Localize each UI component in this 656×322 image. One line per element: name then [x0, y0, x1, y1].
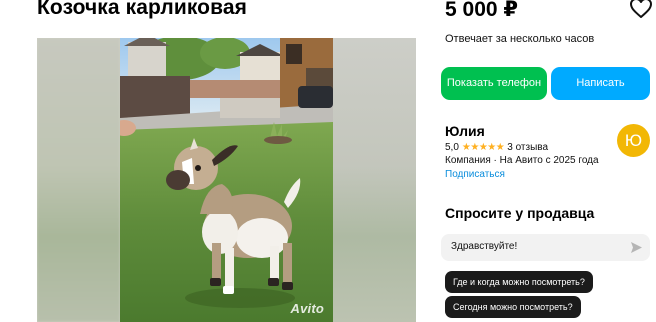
quick-question-chip[interactable]: Сегодня можно посмотреть?	[445, 296, 581, 318]
main-photo[interactable]	[120, 38, 333, 322]
heart-icon[interactable]	[629, 0, 653, 19]
message-input-value: Здравствуйте!	[451, 241, 518, 252]
photo-gallery[interactable]: Avito	[37, 38, 416, 322]
seller-rating[interactable]: 5,0 ★★★★★ 3 отзыва	[445, 142, 548, 153]
avito-watermark: Avito	[290, 301, 324, 316]
seller-name[interactable]: Юлия	[445, 123, 485, 139]
subscribe-link[interactable]: Подписаться	[445, 169, 505, 180]
gallery-blur-left	[37, 38, 120, 322]
rating-value: 5,0	[445, 142, 459, 153]
listing-title: Козочка карликовая	[37, 0, 247, 19]
price: 5 000 ₽	[445, 0, 518, 21]
response-time: Отвечает за несколько часов	[445, 33, 595, 45]
ask-seller-title: Спросите у продавца	[445, 205, 595, 221]
seller-company-info: Компания · На Авито с 2025 года	[445, 155, 599, 166]
avatar[interactable]: Ю	[617, 124, 650, 157]
star-icon: ★★★★★	[461, 142, 505, 153]
goat-photo-image	[120, 38, 333, 322]
gallery-blur-right	[333, 38, 416, 322]
show-phone-button[interactable]: Показать телефон	[441, 67, 547, 100]
write-message-button[interactable]: Написать	[551, 67, 650, 100]
listing-page: Козочка карликовая Avito 5 000 ₽ Отвечае…	[0, 0, 656, 322]
send-icon[interactable]	[630, 241, 643, 254]
message-input[interactable]: Здравствуйте!	[441, 234, 650, 261]
quick-question-chip[interactable]: Где и когда можно посмотреть?	[445, 271, 593, 293]
reviews-count[interactable]: 3 отзыва	[507, 142, 548, 153]
